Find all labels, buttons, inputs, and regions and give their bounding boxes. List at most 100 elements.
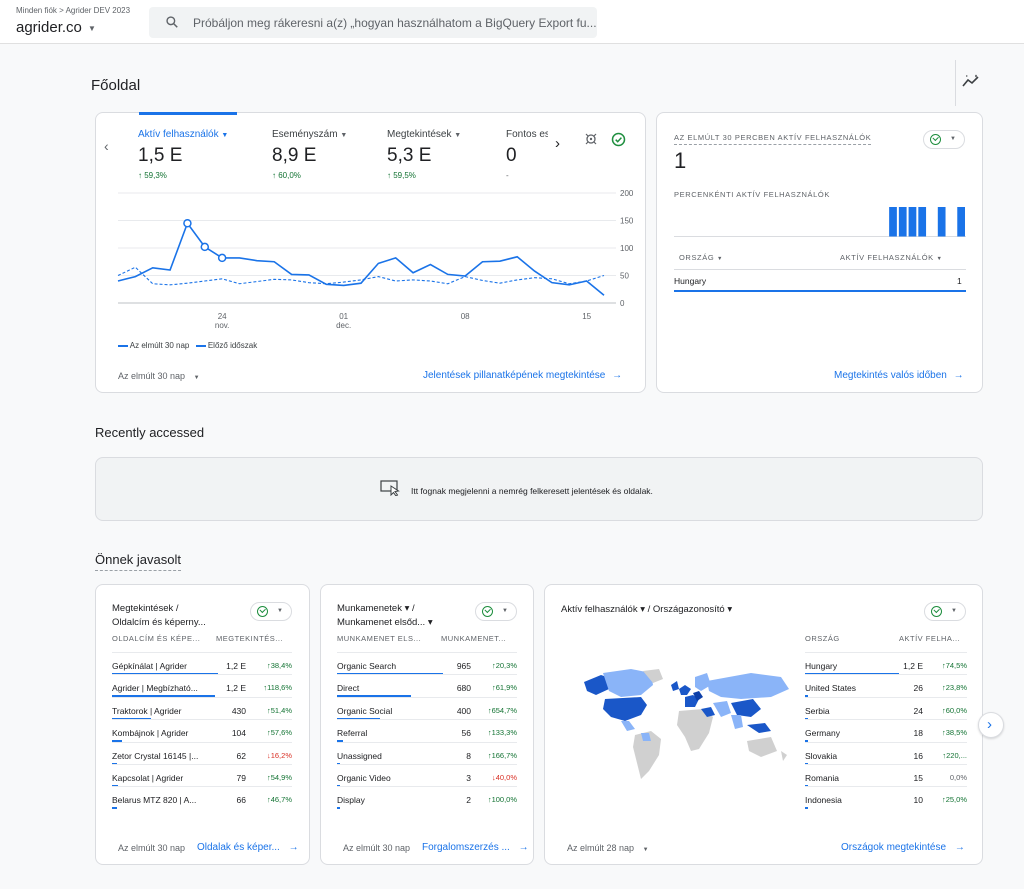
account-selector[interactable]: agrider.co [16,19,82,36]
metric-event-count[interactable]: Eseményszám ▼ 8,9 E ↑ 60,0% [272,129,347,180]
table-row[interactable]: Belarus MTZ 820 | A... 66 ↑46,7% [112,786,292,810]
row-change: ↓16,2% [266,750,292,760]
table-row[interactable]: Direct 680 ↑61,9% [337,674,517,698]
column-header-country[interactable]: ORSZÁG ▼ [679,253,723,262]
card-title[interactable]: Munkamenetek ▾ / Munkamenet elsőd... ▾ [337,602,433,630]
metric-key-events[interactable]: Fontos es 0 - [506,129,548,180]
page-title: Főoldal [91,77,141,94]
recently-accessed-panel: Itt fognak megjelenni a nemrég felkerese… [95,457,983,521]
anomaly-icon[interactable] [583,131,599,147]
y-tick-label: 0 [620,299,625,308]
row-value: 26 [913,683,923,694]
table-row[interactable]: United States 26 ↑23,8% [805,674,967,698]
card-title[interactable]: Aktív felhasználók ▾ / Országazonosító ▾ [561,604,732,615]
row-change: ↑54,9% [266,773,292,782]
chevron-down-icon[interactable]: ▼ [88,24,96,33]
search-icon [166,16,178,28]
check-circle-icon [257,606,268,617]
view-countries-link[interactable]: Országok megtekintése → [841,842,965,853]
view-realtime-link[interactable]: Megtekintés valós időben → [834,370,964,381]
table-row[interactable]: Display 2 ↑100,0% [337,786,517,810]
chevron-left-icon[interactable]: ‹ [104,138,109,154]
link-label: Megtekintés valós időben [834,370,947,381]
caret-down-icon: ▼ [502,608,508,614]
table-row[interactable]: Referral 56 ↑133,3% [337,719,517,743]
date-range-selector[interactable]: Az elmúlt 30 nap ▼ [118,371,200,381]
metric-views[interactable]: Megtekintések ▼ 5,3 E ↑ 59,5% [387,129,461,180]
chevron-right-icon[interactable]: › [555,135,560,152]
per-minute-label: PERCENKÉNTI AKTÍV FELHASZNÁLÓK [674,190,830,199]
row-change: ↑74,5% [941,661,967,670]
row-label: Germany [805,728,840,739]
data-point-marker [183,219,192,228]
top-app-bar: Minden fiók > Agrider DEV 2023 agrider.c… [0,0,1024,44]
y-tick-label: 100 [620,244,634,253]
table-row[interactable]: Slovakia 16 ↑220,... [805,741,967,765]
row-value: 56 [461,728,471,739]
row-value: 66 [236,795,246,806]
x-tick-label: 01 [339,312,348,321]
row-value: 16 [913,750,923,761]
table-row[interactable]: Zetor Crystal 16145 |... 62 ↓16,2% [112,741,292,765]
row-change: 0,0% [949,773,967,782]
minute-bar[interactable] [889,207,897,237]
suggested-card-sessions: Munkamenetek ▾ / Munkamenet elsőd... ▾ ▼… [320,584,534,865]
card-options-button[interactable]: ▼ [475,602,517,621]
breadcrumb[interactable]: Minden fiók > Agrider DEV 2023 [16,6,130,15]
row-value: 680 [456,683,471,694]
caret-down-icon: ▼ [277,608,283,614]
metric-active-users[interactable]: Aktív felhasználók ▼ 1,5 E ↑ 59,3% [138,129,228,180]
row-change: ↑61,9% [491,683,517,693]
table-row[interactable]: Hungary 1,2 E ↑74,5% [805,652,967,675]
card-options-button[interactable]: ▼ [250,602,292,621]
minute-bar[interactable] [918,207,927,237]
minute-bar[interactable] [898,207,907,237]
row-label: Organic Video [337,773,391,783]
column-header[interactable]: ORSZÁG [805,634,840,643]
table-row[interactable]: Gépkínálat | Agrider 1,2 E ↑38,4% [112,652,292,675]
column-header-active-users[interactable]: AKTÍV FELHASZNÁLÓK ▼ [840,253,942,262]
row-label: Romania [805,773,840,783]
table-row[interactable]: Organic Search 965 ↑20,3% [337,652,517,675]
table-row[interactable]: Organic Video 3 ↓40,0% [337,764,517,787]
column-header[interactable]: AKTÍV FELHA... [899,634,960,643]
minute-bar[interactable] [957,207,965,237]
table-row[interactable]: Romania 15 0,0% [805,764,967,787]
active-tab-indicator [139,112,237,115]
date-range-selector[interactable]: Az elmúlt 28 nap ▼ [567,843,649,853]
column-header[interactable]: MEGTEKINTÉS... [216,634,283,643]
row-value: 430 [231,705,246,716]
realtime-options-button[interactable]: ▼ [923,130,965,149]
row-change: ↑100,0% [487,795,517,805]
value-bar [112,807,118,810]
minute-bar[interactable] [908,207,917,237]
column-header[interactable]: OLDALCÍM ÉS KÉPE... [112,634,200,643]
row-change: ↑46,7% [266,795,292,805]
table-row[interactable]: Serbia 24 ↑60,0% [805,696,967,720]
table-row[interactable]: Organic Social 400 ↑654,7% [337,696,517,720]
search-bar[interactable]: Próbáljon meg rákeresni a(z) „hogyan has… [149,7,597,38]
caret-down-icon: ▼ [193,375,200,381]
table-row[interactable]: Traktorok | Agrider 430 ↑51,4% [112,696,292,720]
view-reports-snapshot-link[interactable]: Jelentések pillanatképének megtekintése … [423,370,622,381]
minute-bar[interactable] [937,207,946,237]
table-row[interactable]: Germany 18 ↑38,5% [805,719,967,743]
column-header[interactable]: MUNKAMENET... [441,634,506,643]
search-input[interactable]: Próbáljon meg rákeresni a(z) „hogyan has… [193,16,597,30]
table-row[interactable]: Unassigned 8 ↑166,7% [337,741,517,765]
view-acquisition-link[interactable]: Forgalomszerzés ... → [422,842,529,853]
view-pages-link[interactable]: Oldalak és képer... → [197,842,299,853]
card-title[interactable]: Megtekintések / Oldalcím és képerny... [112,602,206,630]
card-options-button[interactable]: ▼ [924,602,966,621]
table-row[interactable]: Agrider | Megbízható... 1,2 E ↑118,6% [112,674,292,698]
table-row[interactable]: Kombájnok | Agrider 104 ↑57,6% [112,719,292,743]
table-row[interactable]: Indonesia 10 ↑25,0% [805,786,967,810]
table-row[interactable]: Kapcsolat | Agrider 79 ↑54,9% [112,764,292,787]
next-cards-button[interactable]: › [978,712,1004,738]
insights-icon[interactable] [962,74,980,88]
column-header[interactable]: MUNKAMENET ELS... [337,634,421,643]
row-label: Zetor Crystal 16145 |... [112,750,199,761]
check-circle-icon[interactable] [611,132,626,147]
link-label: Forgalomszerzés ... [422,842,510,853]
row-label: United States [805,683,857,694]
